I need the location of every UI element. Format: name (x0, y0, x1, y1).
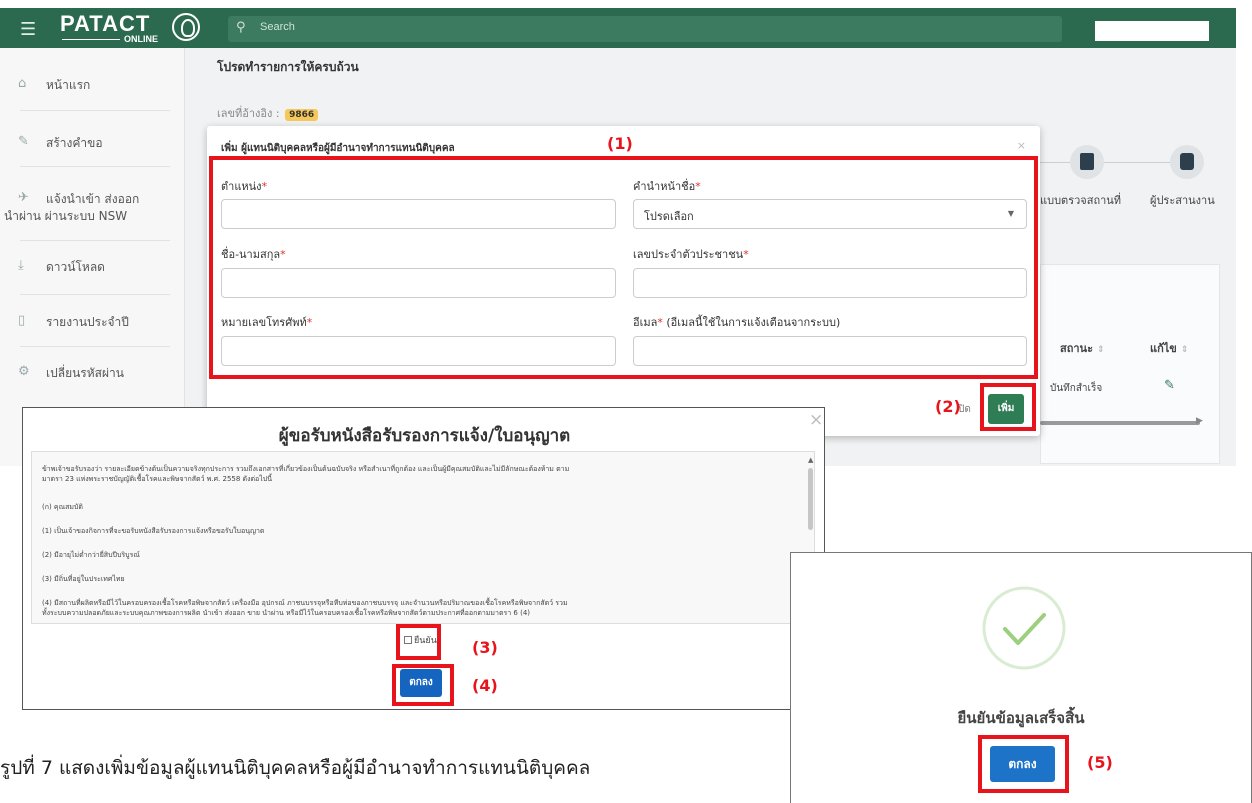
callout-frame-1 (209, 156, 1038, 379)
sidebar-item-label: นำผ่าน ผ่านระบบ NSW (4, 209, 128, 223)
step-coordinator-icon[interactable] (1170, 145, 1204, 179)
close-icon[interactable]: × (809, 410, 823, 430)
callout-label-2: (2) (935, 397, 961, 416)
reference-line: เลขที่อ้างอิง : 9866 (217, 104, 319, 122)
divider (20, 294, 170, 295)
dialog-title: ผู้ขอรับหนังสือรับรองการแจ้ง/ใบอนุญาต (278, 426, 571, 446)
terms-paragraph: (ก) คุณสมบัติ (42, 503, 83, 511)
callout-label-4: (4) (472, 676, 498, 695)
step-inspection-icon[interactable] (1070, 145, 1104, 179)
callout-frame-4 (392, 664, 454, 706)
callout-frame-5 (978, 735, 1069, 793)
modal-title: เพิ่ม ผู้แทนนิติบุคคลหรือผู้มีอำนาจทำการ… (221, 143, 455, 154)
step-label: แบบตรวจสถานที่ (1040, 194, 1122, 207)
search-placeholder: Search (260, 21, 295, 33)
divider (20, 346, 170, 347)
sidebar-item-label: เปลี่ยนรหัสผ่าน (46, 366, 124, 380)
top-strip (0, 0, 1252, 8)
reference-label: เลขที่อ้างอิง : (217, 107, 280, 120)
callout-label-1: (1) (607, 134, 633, 153)
callout-label-5: (5) (1087, 753, 1113, 772)
status-cell: บันทึกสำเร็จ (1050, 383, 1103, 394)
page-title: โปรดทำรายการให้ครบถ้วน (217, 60, 359, 74)
sidebar: ⌂ หน้าแรก ✎ สร้างคำขอ ✈ แจ้งนำเข้า ส่งออ… (0, 48, 185, 466)
success-check-icon (982, 586, 1066, 670)
callout-label-3: (3) (472, 638, 498, 657)
terms-paragraph: มาตรา 23 แห่งพระราชบัญญัติเชื้อโรคและพิษ… (42, 475, 272, 483)
table-card (1040, 264, 1220, 464)
edit-pencil-icon[interactable]: ✎ (1164, 378, 1175, 393)
column-header-status[interactable]: สถานะ ⇕ (1060, 339, 1105, 357)
download-icon: ⤓ (18, 258, 24, 273)
home-icon: ⌂ (18, 76, 27, 91)
reference-badge: 9866 (285, 109, 319, 121)
close-icon[interactable]: × (1017, 139, 1026, 152)
column-header-edit[interactable]: แก้ไข ⇕ (1150, 339, 1188, 357)
search-input[interactable]: ⚲ Search (228, 16, 1062, 42)
figure-caption: รูปที่ 7 แสดงเพิ่มข้อมูลผู้แทนนิติบุคคลห… (0, 757, 591, 779)
sidebar-item-label: หน้าแรก (46, 78, 91, 92)
terms-textbox[interactable]: ข้าพเจ้าขอรับรองว่า รายละเอียดข้างต้นเป็… (31, 451, 815, 624)
terms-paragraph: (4) มีสถานที่ผลิตหรือมีไว้ในครอบครองเชื้… (42, 599, 568, 607)
key-icon: ⚙ (18, 364, 30, 379)
scroll-up-icon[interactable]: ▲ (808, 456, 813, 464)
phone-icon (1180, 153, 1194, 170)
terms-paragraph: ทั้งระบบความปลอดภัยและระบบคุณภาพของการผล… (42, 609, 531, 617)
sidebar-item-label: ดาวน์โหลด (46, 260, 105, 274)
document-icon: ▯ (18, 313, 26, 328)
hamburger-menu-icon[interactable]: ☰ (20, 19, 36, 40)
emblem-icon (172, 13, 200, 41)
clipboard-icon (1080, 153, 1094, 170)
step-label: ผู้ประสานงาน (1150, 194, 1215, 207)
column-header-label: สถานะ (1060, 342, 1093, 355)
user-menu[interactable] (1095, 21, 1209, 41)
patact-logo[interactable]: PATACT ONLINE (60, 10, 200, 46)
sort-icon: ⇕ (1180, 345, 1189, 355)
divider (20, 166, 170, 167)
terms-paragraph: ข้าพเจ้าขอรับรองว่า รายละเอียดข้างต้นเป็… (42, 465, 570, 473)
divider (20, 110, 170, 111)
scroll-right-icon[interactable]: ▶ (1196, 416, 1203, 426)
sort-icon: ⇕ (1096, 345, 1105, 355)
terms-paragraph: (3) มีถิ่นที่อยู่ในประเทศไทย (42, 575, 125, 583)
logo-subtext: ONLINE (124, 34, 159, 44)
top-navbar: ☰ PATACT ONLINE ⚲ Search (0, 8, 1236, 48)
logo-line (62, 39, 120, 40)
search-icon: ⚲ (236, 20, 246, 35)
horizontal-scrollbar[interactable] (1040, 421, 1200, 425)
callout-frame-3 (396, 624, 441, 660)
sidebar-item-label: สร้างคำขอ (46, 136, 103, 150)
divider (20, 240, 170, 241)
terms-paragraph: (1) เป็นเจ้าของกิจการที่จะขอรับหนังสือรั… (42, 527, 265, 535)
success-message: ยืนยันข้อมูลเสร็จสิ้น (957, 709, 1085, 727)
column-header-label: แก้ไข (1150, 342, 1177, 355)
scrollbar-thumb[interactable] (808, 468, 813, 530)
terms-paragraph: (2) มีอายุไม่ต่ำกว่ายี่สิบปีบริบูรณ์ (42, 551, 140, 559)
pencil-icon: ✎ (18, 134, 29, 149)
plane-icon: ✈ (18, 190, 29, 205)
sidebar-item-label: รายงานประจำปี (46, 315, 129, 329)
callout-frame-2 (980, 383, 1036, 431)
